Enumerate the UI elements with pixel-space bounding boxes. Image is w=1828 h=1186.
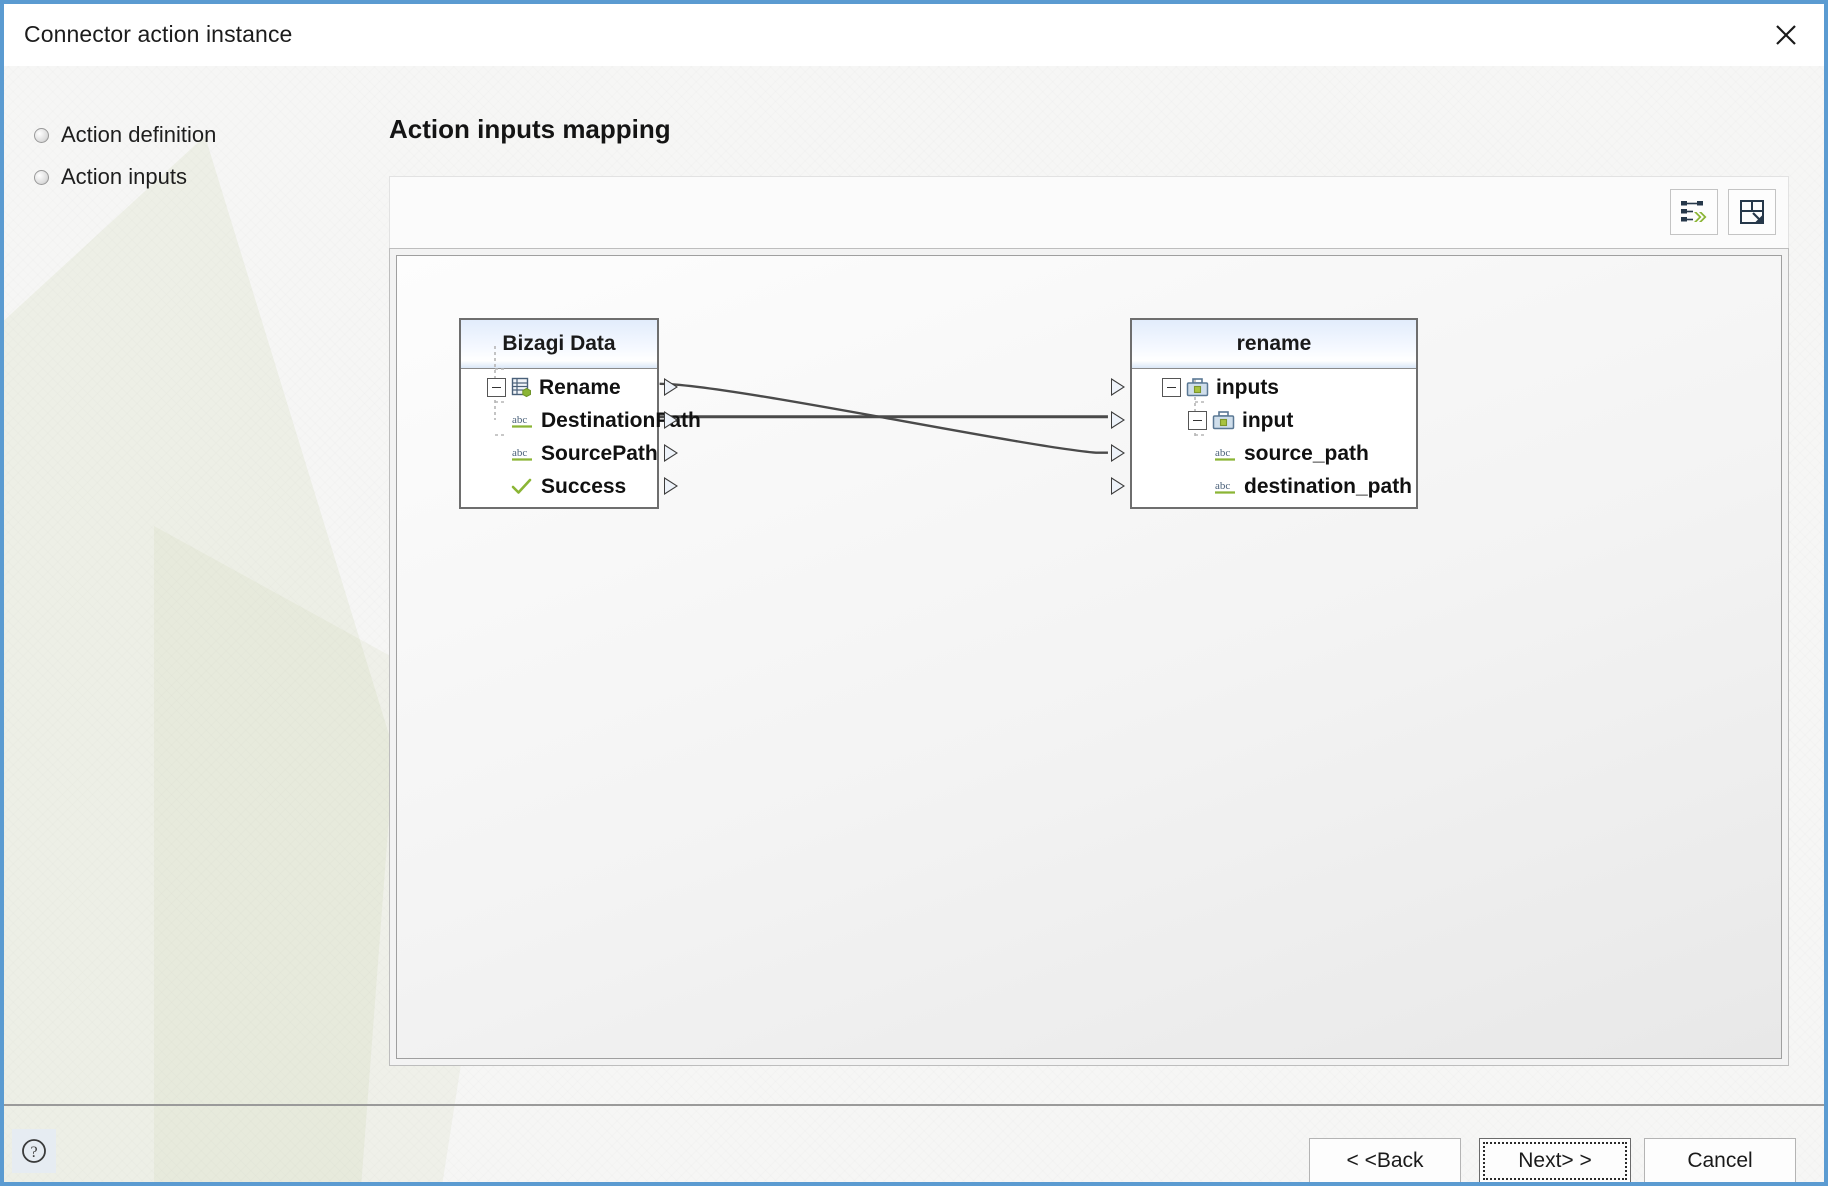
port-in-input[interactable] <box>1111 411 1125 429</box>
port-out-rename[interactable] <box>664 378 678 396</box>
port-out-sourcepath[interactable] <box>664 444 678 462</box>
check-boolean-icon <box>511 477 534 496</box>
footer-separator <box>4 1104 1824 1106</box>
wizard-steps-nav: Action definition Action inputs <box>34 114 334 198</box>
table-row[interactable]: Success <box>461 470 678 503</box>
help-question-icon[interactable]: ? <box>12 1129 56 1173</box>
mapping-canvas-frame: Bizagi Data Rename abc DestinationPath a… <box>389 248 1789 1066</box>
next-button-label: Next> > <box>1518 1149 1592 1172</box>
svg-text:?: ? <box>30 1144 37 1161</box>
page-title: Action inputs mapping <box>389 114 671 144</box>
row-label: destination_path <box>1244 474 1413 498</box>
table-entity-icon <box>511 377 532 398</box>
node-rows: Rename abc DestinationPath abc SourcePat… <box>461 346 701 507</box>
sidebar-item-action-inputs[interactable]: Action inputs <box>34 156 334 198</box>
sidebar-item-label: Action inputs <box>61 164 187 189</box>
mapping-panel: Bizagi Data Rename abc DestinationPath a… <box>389 176 1789 1066</box>
port-out-destinationpath[interactable] <box>664 411 678 429</box>
svg-text:abc: abc <box>1215 447 1230 459</box>
abc-string-icon: abc <box>1214 477 1237 496</box>
port-in-inputs[interactable] <box>1111 378 1125 396</box>
briefcase-icon <box>1186 377 1209 398</box>
table-row[interactable]: Rename <box>461 371 678 404</box>
abc-string-icon: abc <box>511 444 534 463</box>
dialog-body: Action definition Action inputs Action i… <box>4 66 1824 1182</box>
mapping-canvas[interactable]: Bizagi Data Rename abc DestinationPath a… <box>396 255 1782 1059</box>
row-label: SourcePath <box>541 441 658 465</box>
connector-action-instance-dialog: Connector action instance Action definit… <box>0 0 1828 1186</box>
abc-string-icon: abc <box>1214 444 1237 463</box>
auto-map-icon[interactable] <box>1670 189 1718 235</box>
table-row[interactable]: abc DestinationPath <box>461 404 701 437</box>
row-label: Success <box>541 474 627 498</box>
row-label: input <box>1242 408 1294 432</box>
row-label: source_path <box>1244 441 1369 465</box>
table-row[interactable]: abc destination_path <box>1111 470 1416 503</box>
node-title: rename <box>1132 320 1416 369</box>
close-icon[interactable] <box>1754 8 1818 62</box>
expander-collapse-icon[interactable] <box>1162 378 1181 397</box>
port-in-destination-path[interactable] <box>1111 477 1125 495</box>
table-row[interactable]: input <box>1111 404 1416 437</box>
cancel-button[interactable]: Cancel <box>1644 1138 1796 1182</box>
bullet-icon <box>34 127 49 143</box>
row-label: Rename <box>539 375 621 399</box>
target-node-rename[interactable]: rename inputs input abc source_path abc … <box>1111 318 1418 509</box>
bullet-icon <box>34 169 49 185</box>
svg-text:abc: abc <box>1215 480 1230 492</box>
node-rows: inputs input abc source_path abc destina… <box>1111 369 1416 507</box>
next-button[interactable]: Next> > <box>1479 1138 1631 1182</box>
port-out-success[interactable] <box>664 477 678 495</box>
svg-text:abc: abc <box>512 447 527 459</box>
mapping-toolbar <box>389 176 1789 248</box>
table-row[interactable]: abc source_path <box>1111 437 1416 470</box>
expander-collapse-icon[interactable] <box>487 378 506 397</box>
abc-string-icon: abc <box>511 411 534 430</box>
title-bar: Connector action instance <box>4 4 1824 66</box>
port-in-source-path[interactable] <box>1111 444 1125 462</box>
back-button[interactable]: < <Back <box>1309 1138 1461 1182</box>
table-row[interactable]: inputs <box>1111 371 1416 404</box>
decorative-polygon <box>4 136 394 1182</box>
briefcase-icon <box>1212 410 1235 431</box>
svg-text:abc: abc <box>512 414 527 426</box>
sidebar-item-action-definition[interactable]: Action definition <box>34 114 334 156</box>
table-row[interactable]: abc SourcePath <box>461 437 678 470</box>
window-title: Connector action instance <box>24 21 293 47</box>
expander-collapse-icon[interactable] <box>1188 411 1207 430</box>
row-label: inputs <box>1216 375 1279 399</box>
node-title: Bizagi Data <box>461 320 657 369</box>
sidebar-item-label: Action definition <box>61 122 217 147</box>
expand-layout-icon[interactable] <box>1728 189 1776 235</box>
link-destinationpath <box>659 382 1108 454</box>
source-node-bizagi-data[interactable]: Bizagi Data Rename abc DestinationPath a… <box>459 318 701 509</box>
